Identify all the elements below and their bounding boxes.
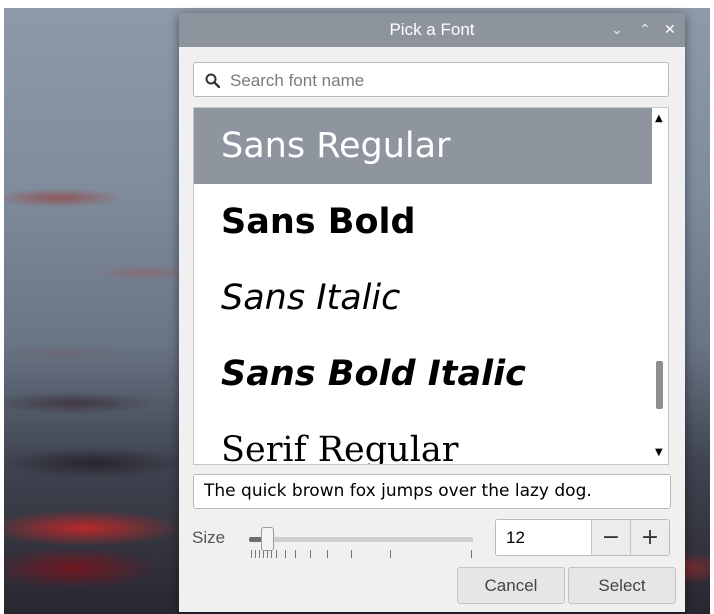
slider-tick (267, 550, 268, 558)
slider-tick (310, 550, 311, 558)
font-list-scrollbar[interactable]: ▲ ▼ (652, 108, 668, 464)
slider-tick (259, 550, 260, 558)
size-label: Size (192, 528, 226, 547)
font-list: Sans Regular Sans Bold Sans Italic Sans … (193, 107, 669, 465)
slider-tick (271, 550, 272, 558)
increase-size-button[interactable]: + (630, 520, 669, 555)
slider-tick (263, 550, 264, 558)
size-input[interactable] (496, 520, 591, 555)
slider-tick (255, 550, 256, 558)
scroll-up-arrow-icon[interactable]: ▲ (655, 113, 663, 124)
slider-tick (285, 550, 286, 558)
select-button[interactable]: Select (568, 567, 676, 604)
search-icon (205, 73, 220, 88)
maximize-icon[interactable]: ⌃ (639, 13, 651, 47)
scroll-down-arrow-icon[interactable]: ▼ (655, 447, 663, 458)
minimize-icon[interactable]: ⌄ (611, 13, 623, 47)
slider-tick (390, 550, 391, 558)
scrollbar-thumb[interactable] (656, 361, 663, 409)
preview-text-field[interactable]: The quick brown fox jumps over the lazy … (193, 474, 671, 509)
font-item-serif-regular[interactable]: Serif Regular (194, 412, 654, 464)
close-icon[interactable]: ✕ (664, 13, 676, 47)
font-item-sans-bold[interactable]: Sans Bold (194, 184, 654, 260)
size-slider[interactable] (249, 523, 475, 563)
slider-tick (295, 550, 296, 558)
search-input[interactable] (228, 63, 662, 98)
slider-tick (471, 550, 472, 558)
decrease-size-button[interactable]: − (591, 520, 630, 555)
slider-thumb[interactable] (261, 527, 274, 551)
slider-tick (351, 550, 352, 558)
size-spinbutton: − + (495, 519, 670, 556)
slider-tick (276, 550, 277, 558)
dialog-title: Pick a Font (389, 20, 475, 39)
font-item-sans-italic[interactable]: Sans Italic (194, 260, 654, 336)
title-bar[interactable]: Pick a Font ⌄ ⌃ ✕ (179, 13, 685, 47)
search-field[interactable] (193, 62, 669, 98)
font-item-sans-regular[interactable]: Sans Regular (194, 108, 654, 184)
slider-tick (327, 550, 328, 558)
font-chooser-dialog: Pick a Font ⌄ ⌃ ✕ Sans Regular Sans Bold… (179, 13, 685, 612)
cancel-button[interactable]: Cancel (457, 567, 565, 604)
slider-tick (251, 550, 252, 558)
slider-track (249, 537, 473, 542)
font-item-sans-bold-italic[interactable]: Sans Bold Italic (194, 336, 654, 412)
